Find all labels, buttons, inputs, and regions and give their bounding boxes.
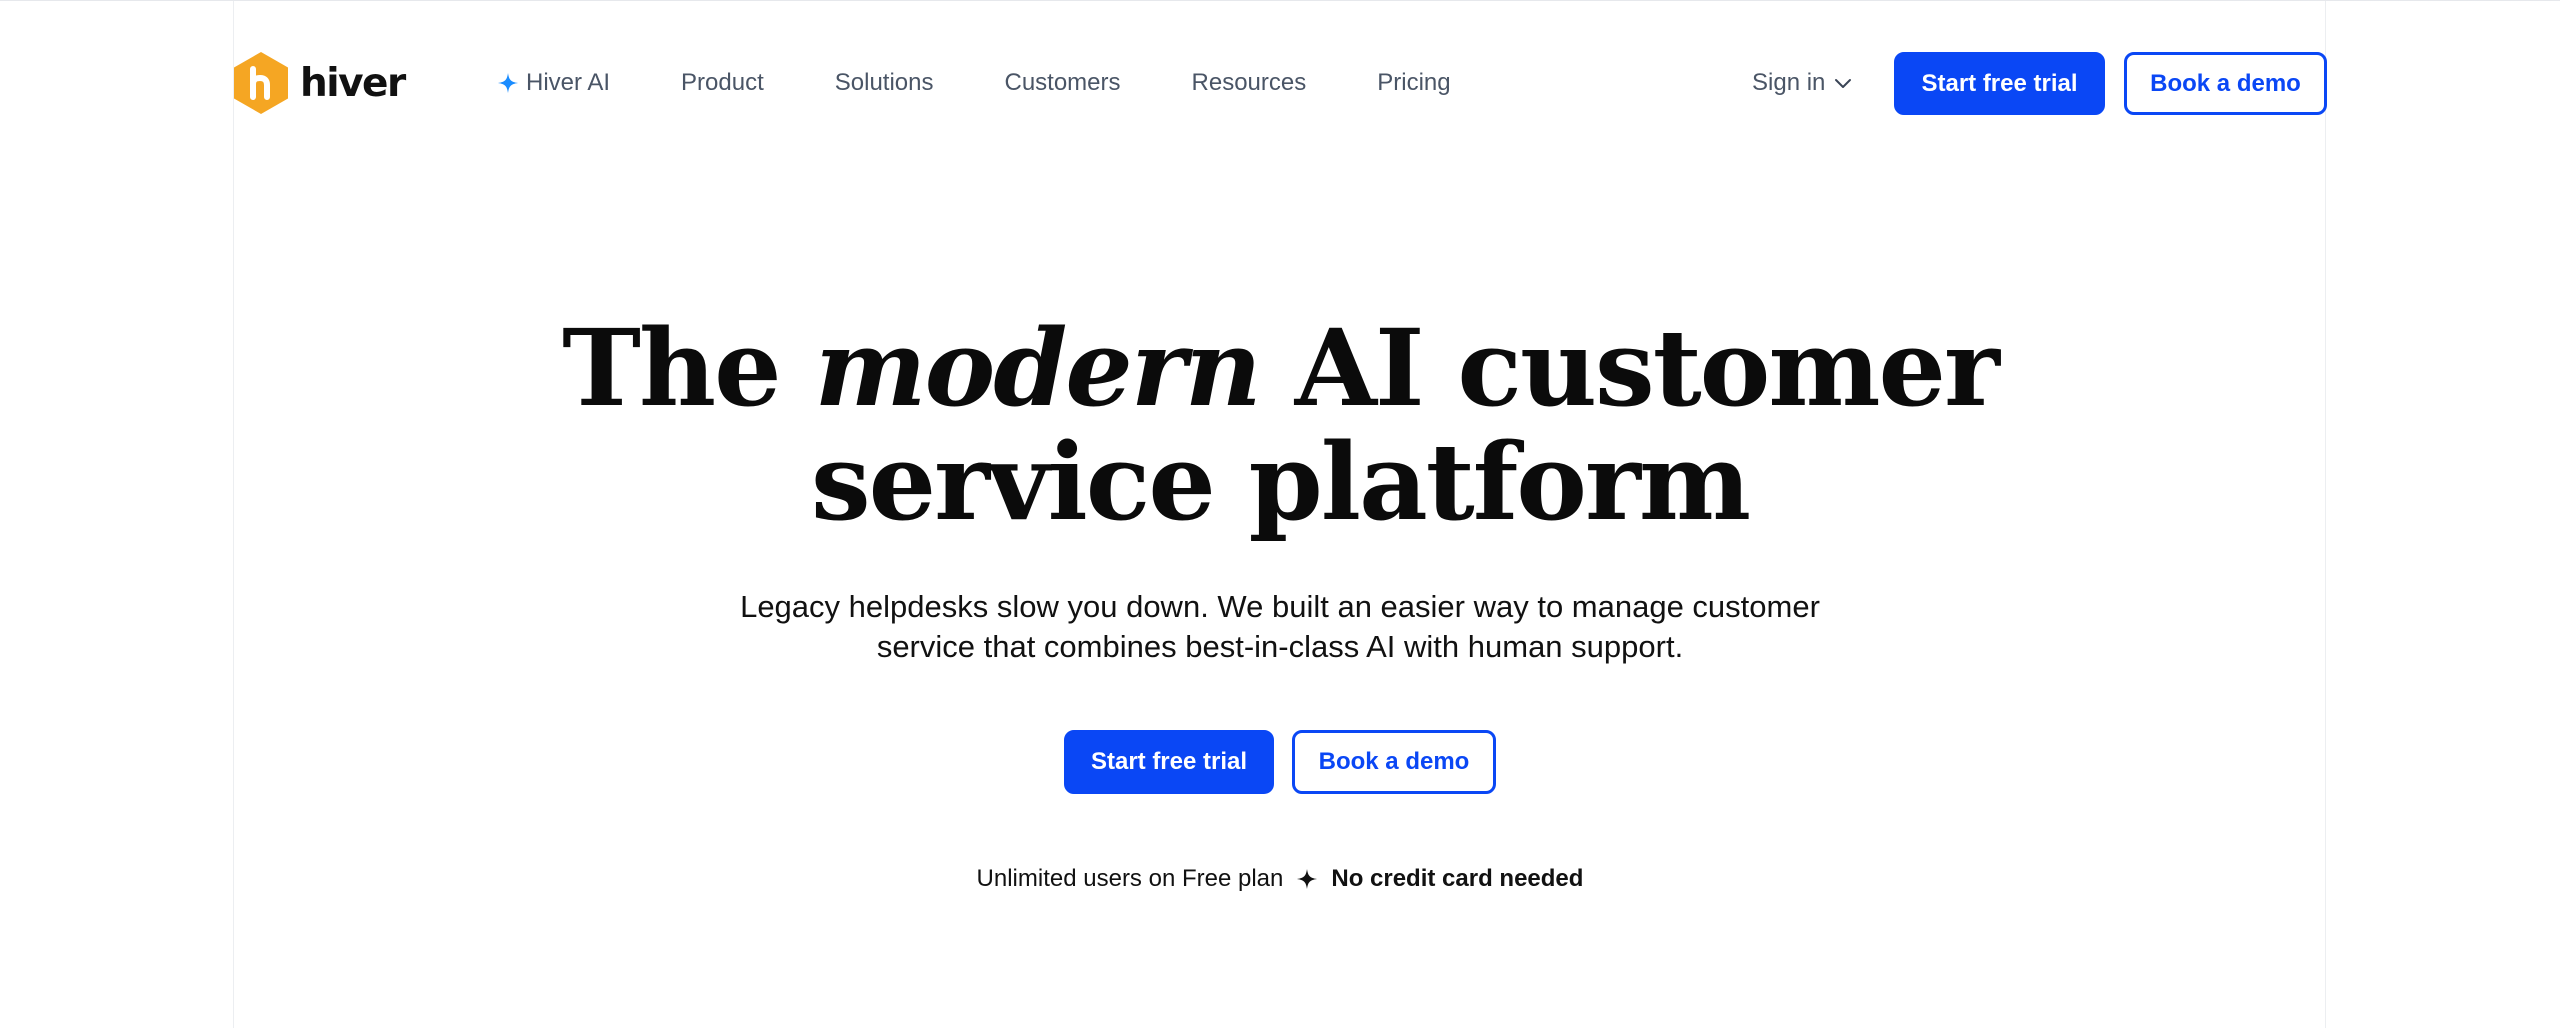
top-navigation: hiver Hiver AI Product Solutions Custome… <box>0 1 2560 165</box>
hero-title-line-2: service platform <box>810 419 1751 544</box>
page: hiver Hiver AI Product Solutions Custome… <box>0 0 2560 1028</box>
hero-title-word: The <box>562 305 781 430</box>
sparkle-icon <box>1297 869 1318 889</box>
hero-subtitle: Legacy helpdesks slow you down. We built… <box>0 587 2560 667</box>
nav-link-resources[interactable]: Resources <box>1192 69 1307 97</box>
signup-note-plain: Unlimited users on Free plan <box>976 865 1284 892</box>
signup-note: Unlimited users on Free plan No credit c… <box>0 865 2560 893</box>
hero-title-line-1: The modern AI customer <box>0 311 2560 425</box>
nav-link-product[interactable]: Product <box>681 69 764 97</box>
hero-subtitle-line-2: service that combines best-in-class AI w… <box>876 629 1684 664</box>
nav-link-hiver-ai[interactable]: Hiver AI <box>498 69 610 97</box>
hero-title-emphasis: modern <box>814 305 1261 430</box>
sparkle-icon <box>498 73 518 93</box>
hero-title-rest: AI customer <box>1294 305 2000 430</box>
hero-book-demo-button[interactable]: Book a demo <box>1292 730 1496 794</box>
hero-subtitle-line-1: Legacy helpdesks slow you down. We built… <box>740 589 1820 624</box>
hero-title: The modern AI customer service platform <box>0 311 2560 539</box>
primary-nav: Hiver AI Product Solutions Customers Res… <box>498 63 1451 103</box>
hero-start-free-trial-button[interactable]: Start free trial <box>1064 730 1274 794</box>
chevron-down-icon <box>1835 79 1852 88</box>
logo-link[interactable]: hiver <box>232 51 406 115</box>
nav-book-demo-button[interactable]: Book a demo <box>2124 52 2327 115</box>
sign-in-label: Sign in <box>1752 69 1826 96</box>
brand-name: hiver <box>300 60 406 106</box>
hiver-logo-icon <box>234 52 288 114</box>
nav-link-label: Hiver AI <box>526 69 611 96</box>
nav-start-free-trial-button[interactable]: Start free trial <box>1894 52 2105 115</box>
nav-link-solutions[interactable]: Solutions <box>835 69 934 97</box>
sign-in-dropdown[interactable]: Sign in <box>1752 63 1852 103</box>
nav-link-pricing[interactable]: Pricing <box>1377 69 1450 97</box>
signup-note-strong: No credit card needed <box>1331 865 1584 892</box>
nav-link-customers[interactable]: Customers <box>1004 69 1120 97</box>
